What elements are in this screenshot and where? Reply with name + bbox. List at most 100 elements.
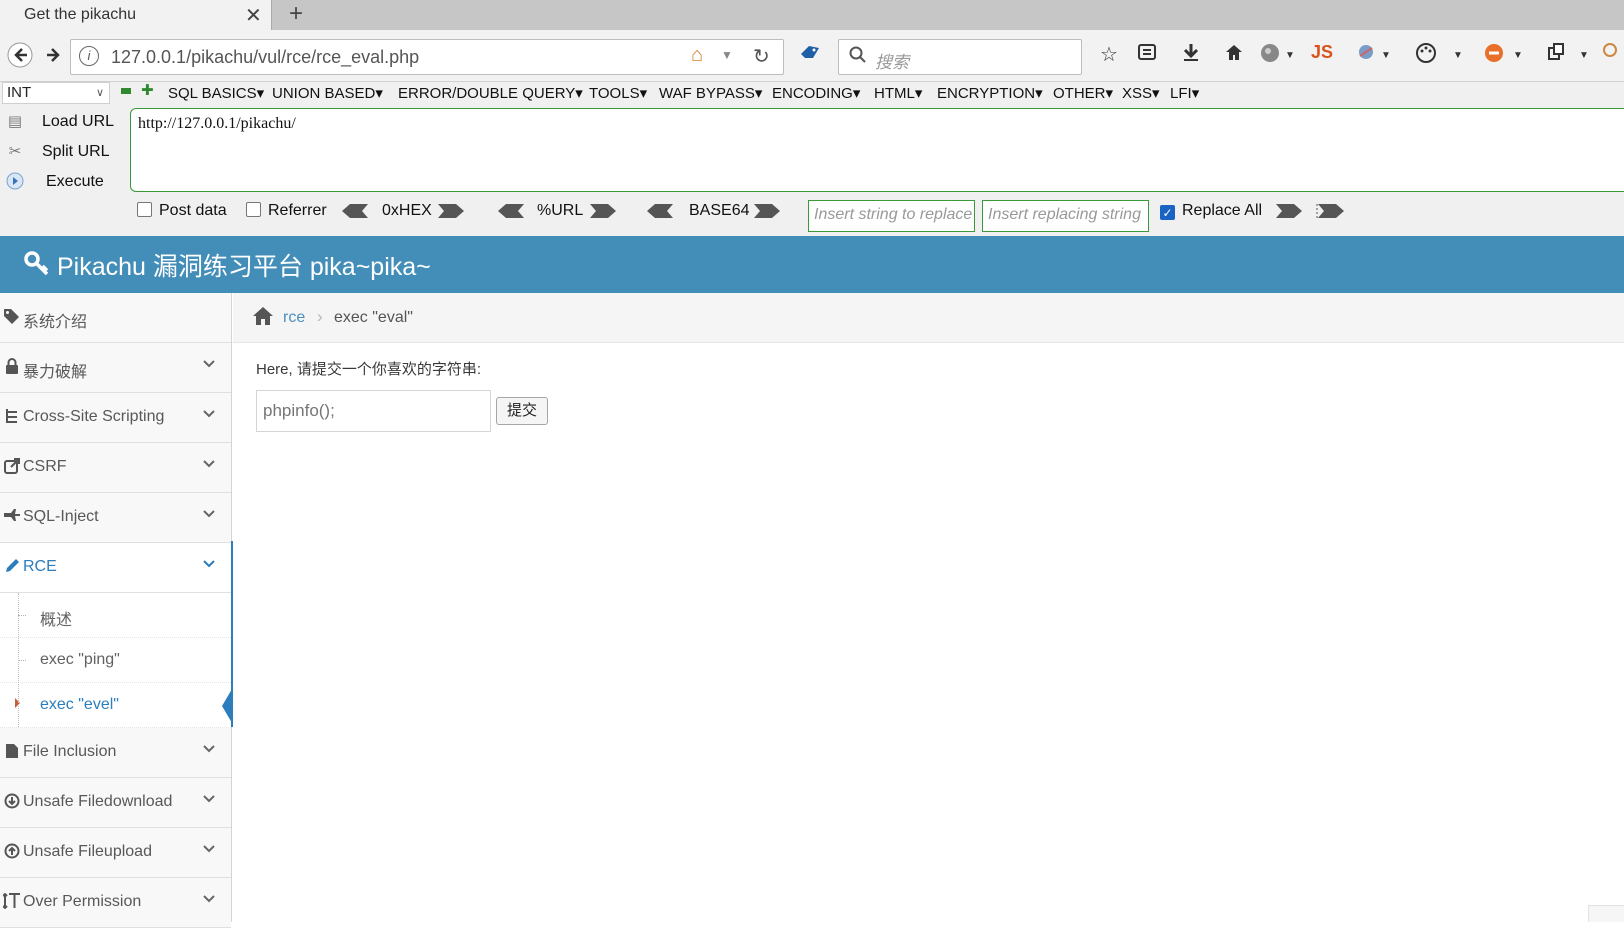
- sidebar-item-unsafe-fileupload[interactable]: Unsafe Fileupload: [0, 828, 231, 878]
- sidebar-item-unsafe-filedownload[interactable]: Unsafe Filedownload: [0, 778, 231, 828]
- sidebar-sub-rce-overview[interactable]: 概述: [0, 593, 231, 638]
- network-dropdown-icon[interactable]: ▼: [1372, 50, 1400, 61]
- zoom-icon[interactable]: [1598, 42, 1624, 68]
- replace-string-input[interactable]: Insert string to replace: [808, 200, 975, 232]
- menu-waf-bypass[interactable]: WAF BYPASS▾: [659, 84, 762, 102]
- browser-navbar: i 127.0.0.1/pikachu/vul/rce/rce_eval.php…: [0, 30, 1624, 82]
- url-decode-arrow-icon[interactable]: [498, 204, 524, 218]
- sitemap-icon: [3, 408, 21, 429]
- bookmarks-list-icon[interactable]: [1133, 42, 1161, 68]
- active-menu-border: [231, 541, 233, 727]
- hackbar-type-value: INT: [7, 84, 32, 101]
- hackbar-panel: INT ∨ ✚ SQL BASICS▾ UNION BASED▾ ERROR/D…: [0, 82, 1624, 236]
- lock-icon: [3, 358, 21, 379]
- url-text[interactable]: 127.0.0.1/pikachu/vul/rce/rce_eval.php: [111, 47, 419, 68]
- replace-all-checkbox[interactable]: ✓ Replace All: [1160, 202, 1262, 220]
- browser-tab-strip: Get the pikachu ✕ +: [0, 0, 1624, 30]
- palette-dropdown-icon[interactable]: ▼: [1444, 50, 1472, 61]
- breadcrumb: rce › exec "eval": [233, 293, 1624, 343]
- menu-lfi[interactable]: LFI▾: [1170, 84, 1199, 102]
- sidebar-item-file-inclusion[interactable]: File Inclusion: [0, 728, 231, 778]
- js-extension-icon[interactable]: JS: [1308, 42, 1336, 63]
- increase-icon[interactable]: ✚: [141, 83, 154, 98]
- download-circle-icon: [3, 793, 21, 814]
- sidebar-item-rce[interactable]: RCE: [0, 543, 231, 593]
- submit-button[interactable]: 提交: [496, 397, 548, 425]
- replace-all-arrow-icon[interactable]: [1316, 204, 1344, 218]
- eval-payload-input[interactable]: [256, 390, 491, 432]
- hex-encode-arrow-icon[interactable]: [438, 204, 464, 218]
- base64-decode-arrow-icon[interactable]: [647, 204, 673, 218]
- chevron-down-icon: [203, 842, 215, 854]
- base64-label: BASE64: [689, 202, 750, 219]
- palette-icon[interactable]: [1412, 42, 1440, 70]
- hackbar-type-select[interactable]: INT ∨: [2, 82, 110, 104]
- eval-prompt: Here, 请提交一个你喜欢的字符串:: [256, 361, 482, 378]
- menu-sql-basics[interactable]: SQL BASICS▾: [168, 84, 264, 102]
- referrer-checkbox[interactable]: Referrer: [246, 202, 327, 220]
- tags-icon: [3, 308, 21, 329]
- search-box[interactable]: 搜索: [838, 39, 1082, 75]
- sidebar-item-csrf[interactable]: CSRF: [0, 443, 231, 493]
- hex-decode-arrow-icon[interactable]: [342, 204, 368, 218]
- post-data-box[interactable]: [137, 202, 152, 217]
- url-dropdown-icon[interactable]: ▼: [721, 48, 733, 62]
- chevron-down-icon: [203, 357, 215, 369]
- browser-tab[interactable]: Get the pikachu ✕: [0, 0, 272, 30]
- post-data-checkbox[interactable]: Post data: [137, 202, 227, 220]
- avast-dropdown-icon[interactable]: ▼: [1504, 50, 1532, 61]
- replace-arrow-icon[interactable]: [1276, 204, 1302, 218]
- bookmark-star-icon[interactable]: ☆: [1095, 42, 1123, 67]
- sidebar-sub-exec-evel[interactable]: exec "evel": [0, 683, 232, 728]
- chevron-down-icon: [203, 407, 215, 419]
- new-tab-icon[interactable]: +: [289, 0, 303, 28]
- base64-encode-arrow-icon[interactable]: [754, 204, 780, 218]
- menu-encoding[interactable]: ENCODING▾: [772, 84, 860, 102]
- load-url-button[interactable]: ▤ Load URL: [0, 109, 120, 137]
- split-url-button[interactable]: ✂ Split URL: [0, 139, 120, 167]
- menu-error-double-query[interactable]: ERROR/DOUBLE QUERY▾: [398, 84, 583, 102]
- menu-xss[interactable]: XSS▾: [1122, 84, 1160, 102]
- back-icon[interactable]: [6, 42, 34, 70]
- reload-icon[interactable]: ↻: [753, 44, 770, 69]
- site-info-icon[interactable]: i: [79, 46, 99, 66]
- replace-all-box[interactable]: ✓: [1160, 205, 1175, 220]
- forward-icon[interactable]: [40, 42, 68, 70]
- sidebar-item-sqli[interactable]: SQL-Inject: [0, 493, 231, 543]
- download-icon[interactable]: [1177, 42, 1205, 68]
- decrease-icon[interactable]: [121, 88, 131, 94]
- hackbar-bird-icon[interactable]: [796, 42, 824, 68]
- submenu-tree-line: [18, 593, 19, 727]
- hex-label: 0xHEX: [382, 202, 432, 219]
- sidebar-item-xss[interactable]: Cross-Site Scripting: [0, 393, 231, 443]
- page-actions-icon[interactable]: [1542, 42, 1570, 68]
- home-page-icon[interactable]: ⌂: [691, 44, 703, 67]
- sidebar-item-bruteforce[interactable]: 暴力破解: [0, 343, 231, 393]
- execute-button[interactable]: Execute: [0, 169, 120, 197]
- sidebar-item-over-permission[interactable]: Over Permission: [0, 878, 231, 928]
- breadcrumb-link-rce[interactable]: rce: [283, 309, 305, 327]
- sidebar-sub-exec-ping[interactable]: exec "ping": [0, 638, 231, 683]
- referrer-box[interactable]: [246, 202, 261, 217]
- chevron-down-icon: ∨: [95, 87, 104, 99]
- url-bar[interactable]: i 127.0.0.1/pikachu/vul/rce/rce_eval.php…: [70, 39, 784, 75]
- menu-other[interactable]: OTHER▾: [1053, 84, 1113, 102]
- app-brand[interactable]: Pikachu 漏洞练习平台 pika~pika~: [57, 247, 431, 283]
- menu-tools[interactable]: TOOLS▾: [589, 84, 647, 102]
- search-icon: [849, 46, 867, 69]
- globe-dropdown-icon[interactable]: ▼: [1276, 50, 1304, 61]
- sidebar-item-intro[interactable]: 系统介绍: [0, 293, 231, 343]
- home-icon[interactable]: [252, 306, 274, 332]
- hackbar-url-textarea[interactable]: http://127.0.0.1/pikachu/: [130, 108, 1624, 192]
- menu-encryption[interactable]: ENCRYPTION▾: [937, 84, 1043, 102]
- close-tab-icon[interactable]: ✕: [245, 3, 262, 28]
- home-icon[interactable]: [1220, 42, 1248, 68]
- chevron-down-icon: [203, 742, 215, 754]
- menu-union-based[interactable]: UNION BASED▾: [272, 84, 383, 102]
- chevron-down-icon: [203, 557, 215, 569]
- pencil-icon: [3, 558, 21, 579]
- replacing-string-input[interactable]: Insert replacing string: [982, 200, 1149, 232]
- page-actions-dropdown-icon[interactable]: ▼: [1570, 50, 1598, 61]
- menu-html[interactable]: HTML▾: [874, 84, 922, 102]
- url-encode-arrow-icon[interactable]: [590, 204, 616, 218]
